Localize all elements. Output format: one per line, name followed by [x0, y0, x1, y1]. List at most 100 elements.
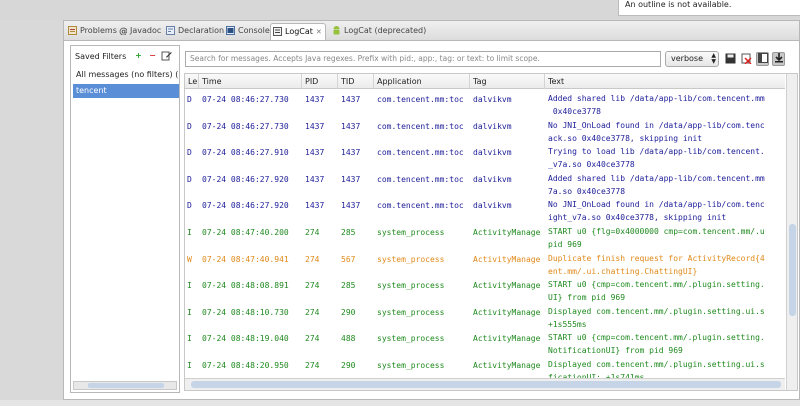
column-text[interactable]: Text [545, 74, 785, 89]
column-tid[interactable]: TID [338, 74, 374, 89]
tab-label: LogCat (deprecated) [344, 26, 427, 35]
saved-filters-title: Saved Filters [75, 52, 127, 61]
cell-tag: dalvikvm [473, 95, 512, 104]
cell-text-line1: Added shared lib /data/app-lib/com.tence… [548, 94, 765, 103]
cell-level: I [187, 334, 192, 344]
column-pid[interactable]: PID [302, 74, 338, 89]
tab-declaration[interactable]: Declaration [164, 23, 224, 40]
table-row[interactable]: D 07-24 08:46:27.910 1437 1437 com.tencent.m… [185, 143, 785, 170]
save-icon[interactable] [724, 52, 737, 66]
table-row[interactable]: D 07-24 08:46:27.920 1437 1437 com.tencent.m… [185, 170, 785, 197]
cell-text-line1: Displayed com.tencent.mm/.plugin.setting… [548, 306, 765, 316]
filter-tencent[interactable]: tencent [73, 84, 179, 98]
tab-javadoc[interactable]: @ Javadoc [116, 23, 161, 40]
clear-log-icon[interactable] [740, 52, 753, 66]
cell-tag: dalvikvm [473, 174, 512, 184]
cell-tag: dalvikvm [473, 148, 512, 158]
search-input[interactable]: Search for messages. Accepts Java regexe… [185, 51, 661, 67]
column-application[interactable]: Application [374, 74, 470, 89]
cell-time: 07-24 08:46:27.920 [202, 174, 289, 184]
tab-label: Declaration [178, 26, 225, 35]
cell-pid: 274 [305, 307, 320, 317]
cell-level: I [187, 228, 192, 237]
cell-tid: 1437 [341, 121, 361, 131]
bottom-bar [0, 400, 800, 406]
cell-time: 07-24 08:46:27.910 [202, 148, 289, 158]
cell-tid: 290 [341, 307, 356, 317]
cell-tag: ActivityManage [473, 228, 541, 237]
column-time[interactable]: Time [199, 74, 302, 89]
scroll-thumb[interactable] [88, 383, 164, 388]
cell-level: I [187, 281, 192, 291]
tab-console[interactable]: Console [224, 23, 270, 40]
scroll-thumb[interactable] [789, 224, 796, 316]
log-level-select[interactable]: verbose ▲ ▼ [665, 51, 719, 67]
cell-application: system_process [377, 228, 445, 237]
column-tag[interactable]: Tag [470, 74, 545, 89]
cell-time: 07-24 08:48:19.040 [202, 334, 289, 344]
cell-tag: ActivityManage [473, 307, 541, 317]
add-filter-icon[interactable]: + [133, 50, 144, 61]
table-row[interactable]: I 07-24 08:47:40.200 274 285 system_process A… [185, 223, 785, 250]
declaration-icon [166, 26, 175, 35]
saved-filters-panel: Saved Filters + − All messages (no filte… [70, 45, 180, 393]
cell-application: com.tencent.mm:toc [377, 95, 464, 104]
cell-application: system_process [377, 307, 445, 317]
logcat-icon [273, 27, 282, 36]
table-row[interactable]: I 07-24 08:48:10.730 274 290 system_process A… [185, 303, 785, 330]
cell-text-line1: No JNI_OnLoad found in /data/app-lib/com… [548, 120, 765, 130]
filters-horizontal-scrollbar[interactable] [73, 381, 177, 390]
logcat-table: Le Time PID TID Application Tag Text D 07… [184, 73, 798, 391]
table-row[interactable]: I 07-24 08:48:08.891 274 285 system_process A… [185, 276, 785, 303]
tab-logcat[interactable]: LogCat ✕ [270, 23, 326, 40]
cell-application: system_process [377, 254, 445, 264]
cell-time: 07-24 08:47:40.941 [202, 254, 289, 264]
scroll-lock-icon[interactable] [772, 52, 785, 66]
table-row[interactable]: I 07-24 08:48:19.040 274 488 system_process A… [185, 329, 785, 356]
cell-level: D [187, 95, 192, 104]
cell-pid: 1437 [305, 95, 325, 104]
table-row[interactable]: D 07-24 08:46:27.920 1437 1437 com.tencent.m… [185, 196, 785, 223]
table-row[interactable]: D 07-24 08:46:27.730 1437 1437 com.tencent.m… [185, 117, 785, 144]
edit-filter-icon[interactable] [161, 50, 172, 61]
tab-label: LogCat [285, 27, 313, 36]
table-horizontal-scrollbar[interactable] [185, 378, 785, 390]
cell-pid: 1437 [305, 121, 325, 131]
cell-level: D [187, 121, 192, 131]
android-icon [333, 26, 340, 35]
cell-tid: 1437 [341, 95, 361, 104]
cell-pid: 1437 [305, 201, 325, 211]
cell-text-line1: START u0 {cmp=com.tencent.mm/.plugin.set… [548, 280, 765, 290]
cell-level: W [187, 254, 192, 264]
close-icon[interactable]: ✕ [316, 25, 322, 40]
tab-logcat-deprecated[interactable]: LogCat (deprecated) [330, 23, 426, 40]
cell-tag: dalvikvm [473, 121, 512, 131]
column-level[interactable]: Le [185, 74, 199, 89]
cell-tag: ActivityManage [473, 334, 541, 344]
cell-level: D [187, 148, 192, 158]
cell-application: com.tencent.mm:toc [377, 121, 464, 131]
cell-text-line1: START u0 {cmp=com.tencent.mm/.plugin.set… [548, 333, 765, 343]
table-row[interactable]: D 07-24 08:46:27.730 1437 1437 com.tencent.m… [185, 90, 785, 117]
problems-icon [68, 26, 77, 35]
cell-time: 07-24 08:48:20.950 [202, 361, 289, 370]
cell-application: com.tencent.mm:toc [377, 148, 464, 158]
cell-time: 07-24 08:48:10.730 [202, 307, 289, 317]
cell-pid: 274 [305, 361, 320, 370]
chevron-updown-icon: ▲ ▼ [711, 52, 716, 65]
outline-message: An outline is not available. [625, 0, 732, 9]
cell-tid: 285 [341, 281, 356, 291]
tab-problems[interactable]: Problems [66, 23, 117, 40]
cell-time: 07-24 08:46:27.920 [202, 201, 289, 211]
filter-all-messages[interactable]: All messages (no filters) ( [73, 68, 179, 82]
cell-level: I [187, 307, 192, 317]
cell-time: 07-24 08:46:27.730 [202, 121, 289, 131]
table-row[interactable]: W 07-24 08:47:40.941 274 567 system_process A… [185, 250, 785, 277]
cell-tid: 488 [341, 334, 356, 344]
remove-filter-icon[interactable]: − [147, 50, 158, 61]
toggle-filters-icon[interactable] [756, 52, 769, 66]
cell-tag: ActivityManage [473, 254, 541, 264]
scroll-thumb[interactable] [191, 381, 781, 388]
table-vertical-scrollbar[interactable] [786, 74, 797, 390]
cell-level: I [187, 361, 192, 370]
